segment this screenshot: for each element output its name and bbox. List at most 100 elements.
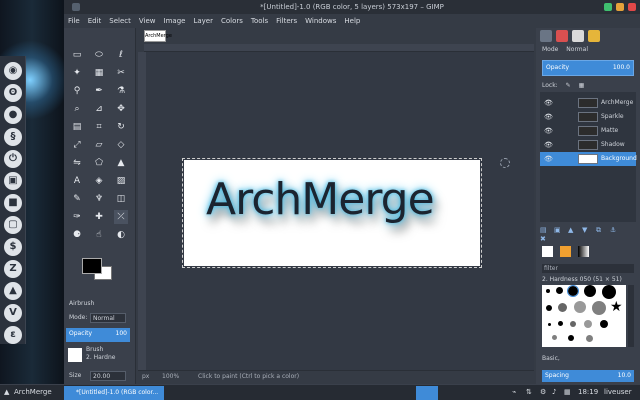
menu-colors[interactable]: Colors — [217, 14, 247, 28]
menu-image[interactable]: Image — [160, 14, 190, 28]
pencil-icon[interactable]: ✎ — [70, 192, 84, 206]
power-icon[interactable]: ⏻ — [4, 150, 22, 168]
lock-alpha-icon[interactable]: ▦ — [579, 82, 585, 89]
star-brush-icon[interactable]: ★ — [610, 299, 623, 315]
ink-icon[interactable]: ✑ — [70, 210, 84, 224]
menu-windows[interactable]: Windows — [301, 14, 340, 28]
maximize-icon[interactable] — [616, 3, 624, 11]
eye-icon[interactable]: 👁 — [544, 138, 553, 152]
tray-network-icon[interactable]: ⇅ — [526, 388, 532, 396]
paintbrush-icon[interactable]: ♆ — [92, 192, 106, 206]
color-picker-icon[interactable]: ⚗ — [114, 84, 128, 98]
ellipse-select-icon[interactable]: ⬭ — [92, 48, 106, 62]
layers-tab-icon[interactable] — [540, 30, 552, 42]
tray-lock-icon[interactable]: ▦ — [564, 388, 571, 396]
cage-icon[interactable]: ⬠ — [92, 156, 106, 170]
brush-scrollbar[interactable] — [628, 285, 634, 347]
brush-item[interactable] — [602, 285, 616, 299]
eye-icon[interactable]: 👁 — [544, 110, 553, 124]
image-tab[interactable]: ArchMerge — [144, 30, 172, 42]
layer-mode-value[interactable]: Normal — [566, 46, 588, 53]
swirl2-icon[interactable]: ε — [4, 326, 22, 344]
menu-filters[interactable]: Filters — [272, 14, 301, 28]
menu-edit[interactable]: Edit — [84, 14, 106, 28]
brush-item[interactable] — [584, 320, 592, 328]
lock-pixels-icon[interactable]: ✎ — [566, 82, 571, 89]
menu-file[interactable]: File — [64, 14, 84, 28]
measure-icon[interactable]: ⊿ — [92, 102, 106, 116]
brush-item[interactable] — [592, 301, 606, 315]
layer-row[interactable]: 👁 Sparkle — [540, 110, 636, 124]
taskbar-active-window[interactable] — [416, 386, 438, 400]
brush-item[interactable] — [574, 301, 586, 313]
menu-layer[interactable]: Layer — [189, 14, 217, 28]
align-icon[interactable]: ▤ — [70, 120, 84, 134]
paths-tab-icon[interactable] — [572, 30, 584, 42]
undo-tab-icon[interactable] — [588, 30, 600, 42]
minimize-icon[interactable] — [604, 3, 612, 11]
canvas-area[interactable]: ArchMerge — [146, 52, 534, 370]
shear-icon[interactable]: ▱ — [92, 138, 106, 152]
brush-spacing-slider[interactable]: Spacing 10.0 — [542, 370, 634, 382]
scissors-icon[interactable]: ✂ — [114, 66, 128, 80]
ubuntu-icon[interactable]: ◉ — [4, 62, 22, 80]
patterns-tab-icon[interactable] — [560, 246, 571, 257]
taskbar-gimp-task[interactable]: *[Untitled]-1.0 (RGB color... — [64, 386, 164, 400]
zoom-icon[interactable]: ⌕ — [70, 102, 84, 116]
warp-icon[interactable]: ▲ — [114, 156, 128, 170]
menu-view[interactable]: View — [135, 14, 160, 28]
brush-row[interactable]: Brush 2. Hardne — [66, 346, 130, 366]
tray-updates-icon[interactable]: ⚙ — [540, 388, 546, 396]
eraser-icon[interactable]: ◫ — [114, 192, 128, 206]
unit-select[interactable]: px — [142, 373, 149, 380]
smudge-icon[interactable]: ☝ — [92, 228, 106, 242]
brush-preview-icon[interactable] — [68, 348, 82, 362]
eye-icon[interactable]: 👁 — [544, 96, 553, 110]
window-menu-icon[interactable] — [72, 3, 80, 11]
dollar-icon[interactable]: $ — [4, 238, 22, 256]
vertical-ruler[interactable] — [138, 52, 146, 370]
debian-icon[interactable]: § — [4, 128, 22, 146]
delete-layer-icon[interactable]: ✖ — [540, 235, 550, 243]
crop-icon[interactable]: ⌗ — [92, 120, 106, 134]
menu-select[interactable]: Select — [105, 14, 135, 28]
brushes-tab-icon[interactable] — [542, 246, 553, 257]
gradients-tab-icon[interactable] — [578, 246, 589, 257]
blend-icon[interactable]: ▨ — [114, 174, 128, 188]
mode-select[interactable]: Normal — [90, 313, 126, 323]
v-icon[interactable]: V — [4, 304, 22, 322]
menu-tools[interactable]: Tools — [247, 14, 272, 28]
rect-select-icon[interactable]: ▭ — [70, 48, 84, 62]
anchor-layer-icon[interactable]: ⚓ — [610, 226, 620, 234]
rotate-icon[interactable]: ↻ — [114, 120, 128, 134]
clone-icon[interactable]: ⚈ — [70, 228, 84, 242]
layer-row-selected[interactable]: 👁 Background — [540, 152, 637, 166]
zorin-icon[interactable]: Z — [4, 260, 22, 278]
layer-mode-row[interactable]: Mode Normal — [542, 46, 588, 53]
scale-icon[interactable]: ⤢ — [70, 138, 84, 152]
eye-icon[interactable]: 👁 — [544, 124, 553, 138]
opacity-slider[interactable]: Opacity 100 — [66, 328, 130, 342]
brush-item[interactable] — [558, 303, 567, 312]
user-name[interactable]: liveuser — [604, 388, 632, 396]
paths-icon[interactable]: ✒ — [92, 84, 106, 98]
store-icon[interactable]: ■ — [4, 194, 22, 212]
brush-item[interactable] — [552, 335, 557, 340]
brush-item[interactable] — [586, 335, 593, 342]
brush-item[interactable] — [546, 305, 552, 311]
tray-usb-icon[interactable]: ⌁ — [512, 388, 516, 396]
fuzzy-select-icon[interactable]: ✦ — [70, 66, 84, 80]
dodge-icon[interactable]: ◐ — [114, 228, 128, 242]
brush-item[interactable] — [600, 320, 608, 328]
brush-item[interactable] — [556, 287, 563, 294]
layer-row[interactable]: 👁 Matte — [540, 124, 636, 138]
layer-opacity-slider[interactable]: Opacity 100.0 — [542, 60, 634, 76]
heal-icon[interactable]: ✚ — [92, 210, 106, 224]
brush-filter-input[interactable]: filter — [542, 264, 634, 273]
brush-item[interactable] — [570, 321, 576, 327]
bucket-fill-icon[interactable]: ◈ — [92, 174, 106, 188]
brush-item[interactable] — [558, 321, 563, 326]
eye-icon[interactable]: 👁 — [544, 152, 553, 166]
new-layer-icon[interactable]: ▤ — [540, 226, 550, 234]
brush-item[interactable] — [546, 289, 550, 293]
